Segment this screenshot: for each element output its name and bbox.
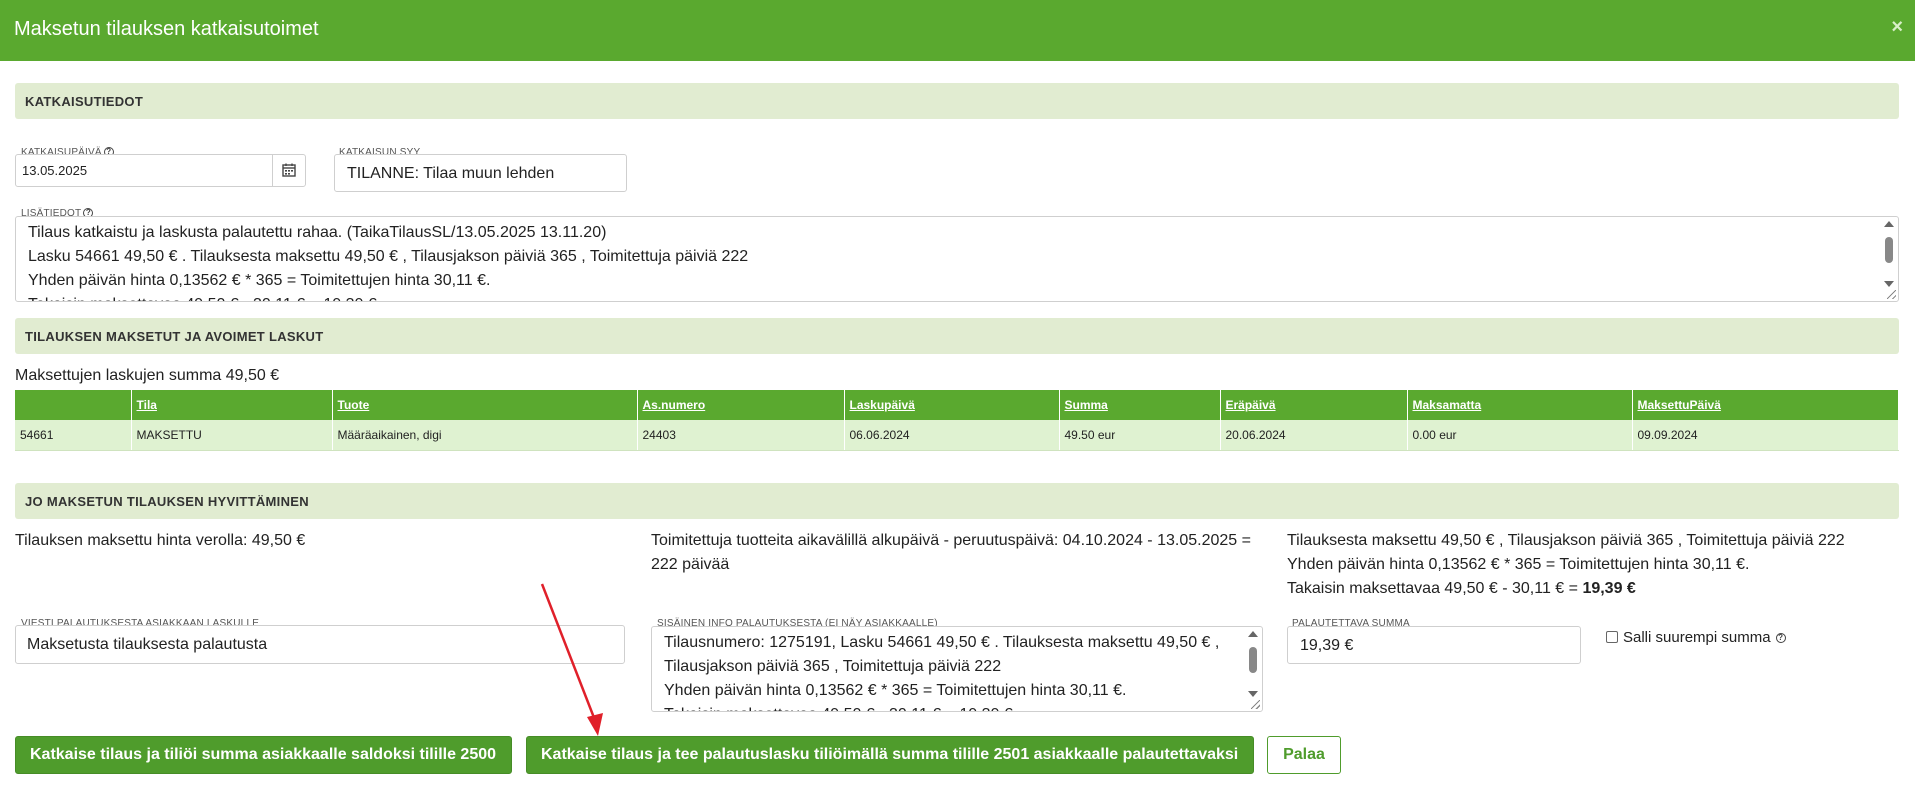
scroll-down-icon[interactable] (1884, 281, 1894, 287)
resize-handle-icon[interactable] (1251, 700, 1260, 709)
column-header-asnumero[interactable]: As.numero (637, 390, 845, 420)
message-input[interactable]: Maksetusta tilauksesta palautusta (15, 625, 625, 664)
info-line: Takaisin maksettavaa 49,50 € - 30,11 € =… (28, 293, 1868, 301)
invoices-table: Tila Tuote As.numero Laskupäivä Summa Er… (15, 390, 1899, 451)
calc-line-3: Takaisin maksettavaa 49,50 € - 30,11 € =… (1287, 580, 1636, 597)
reason-input[interactable]: TILANNE: Tilaa muun lehden (334, 154, 627, 192)
info-line: Yhden päivän hinta 0,13562 € * 365 = Toi… (28, 272, 491, 289)
allow-larger-label: Salli suurempi summa? (1623, 629, 1786, 646)
calc-line-1: Tilauksesta maksettu 49,50 € , Tilausjak… (1287, 532, 1845, 549)
paid-price-text: Tilauksen maksettu hinta verolla: 49,50 … (15, 532, 306, 549)
column-header-erapaiva[interactable]: Eräpäivä (1220, 390, 1408, 420)
dialog-title: Maksetun tilauksen katkaisutoimet (14, 18, 319, 40)
scroll-up-icon[interactable] (1884, 221, 1894, 227)
section-header-katkaisutiedot: KATKAISUTIEDOT (15, 83, 1899, 119)
table-cell: Määräaikainen, digi (332, 420, 638, 451)
column-header-maksamatta[interactable]: Maksamatta (1407, 390, 1633, 420)
section-header-laskut: TILAUKSEN MAKSETUT JA AVOIMET LASKUT (15, 318, 1899, 354)
scroll-down-icon[interactable] (1248, 691, 1258, 697)
paid-invoices-sum: Maksettujen laskujen summa 49,50 € (15, 367, 280, 384)
dialog-titlebar: Maksetun tilauksen katkaisutoimet × (0, 0, 1915, 61)
column-header-tuote[interactable]: Tuote (332, 390, 638, 420)
table-cell: 20.06.2024 (1220, 420, 1408, 451)
message-value: Maksetusta tilauksesta palautusta (27, 636, 268, 653)
column-header-summa[interactable]: Summa (1059, 390, 1221, 420)
calc-line-2: Yhden päivän hinta 0,13562 € * 365 = Toi… (1287, 556, 1750, 573)
column-header-laskupaiva[interactable]: Laskupäivä (844, 390, 1060, 420)
column-header-maksettupaiva[interactable]: MaksettuPäivä (1632, 390, 1899, 420)
table-cell: 24403 (637, 420, 845, 451)
cut-and-refund-invoice-button[interactable]: Katkaise tilaus ja tee palautuslasku til… (526, 736, 1254, 774)
info-line: Tilaus katkaistu ja laskusta palautettu … (28, 224, 607, 241)
cut-and-credit-saldo-button[interactable]: Katkaise tilaus ja tiliöi summa asiakkaa… (15, 736, 512, 774)
internal-info-line: Tilausnumero: 1275191, Lasku 54661 49,50… (664, 634, 1220, 651)
internal-info-textarea[interactable]: Tilausnumero: 1275191, Lasku 54661 49,50… (651, 626, 1263, 712)
calendar-button[interactable] (272, 155, 305, 186)
internal-info-line: Takaisin maksettavaa 49,50 € - 30,11 € =… (664, 703, 1232, 711)
info-textarea[interactable]: Tilaus katkaistu ja laskusta palautettu … (15, 216, 1899, 302)
table-cell: 09.09.2024 (1632, 420, 1899, 451)
resize-handle-icon[interactable] (1887, 290, 1896, 299)
refund-amount-input[interactable]: 19,39 € (1287, 626, 1581, 664)
info-scrollbar[interactable] (1882, 219, 1896, 299)
table-cell: 54661 (15, 420, 132, 451)
table-row[interactable]: 54661 MAKSETTU Määräaikainen, digi 24403… (15, 420, 1899, 451)
date-input[interactable]: 13.05.2025 (15, 154, 306, 187)
date-value: 13.05.2025 (22, 163, 88, 178)
table-header-row: Tila Tuote As.numero Laskupäivä Summa Er… (15, 390, 1899, 420)
table-cell: 0.00 eur (1407, 420, 1633, 451)
delivered-period-text: Toimitettuja tuotteita aikavälillä alkup… (651, 532, 1251, 549)
internal-info-scrollbar[interactable] (1246, 629, 1260, 709)
table-cell: 49.50 eur (1059, 420, 1221, 451)
close-icon[interactable]: × (1891, 16, 1903, 39)
refund-amount-value: 19,39 € (1300, 637, 1354, 654)
reason-value: TILANNE: Tilaa muun lehden (347, 165, 555, 182)
back-button[interactable]: Palaa (1267, 736, 1341, 774)
refund-total: 19,39 € (1582, 580, 1636, 597)
column-header (15, 390, 132, 420)
column-header-tila[interactable]: Tila (131, 390, 333, 420)
help-icon[interactable]: ? (1775, 633, 1786, 644)
section-header-hyvittaminen: JO MAKSETUN TILAUKSEN HYVITTÄMINEN (15, 483, 1899, 519)
scroll-thumb[interactable] (1885, 237, 1893, 263)
calendar-icon (282, 163, 296, 177)
scroll-up-icon[interactable] (1248, 631, 1258, 637)
allow-larger-checkbox[interactable] (1606, 631, 1618, 643)
table-cell: 06.06.2024 (844, 420, 1060, 451)
table-cell: MAKSETTU (131, 420, 333, 451)
info-line: Lasku 54661 49,50 € . Tilauksesta makset… (28, 248, 749, 265)
internal-info-line: Yhden päivän hinta 0,13562 € * 365 = Toi… (664, 682, 1127, 699)
scroll-thumb[interactable] (1249, 647, 1257, 673)
internal-info-line: Tilausjakson päiviä 365 , Toimitettuja p… (664, 658, 1002, 675)
delivered-days-text: 222 päivää (651, 556, 730, 573)
